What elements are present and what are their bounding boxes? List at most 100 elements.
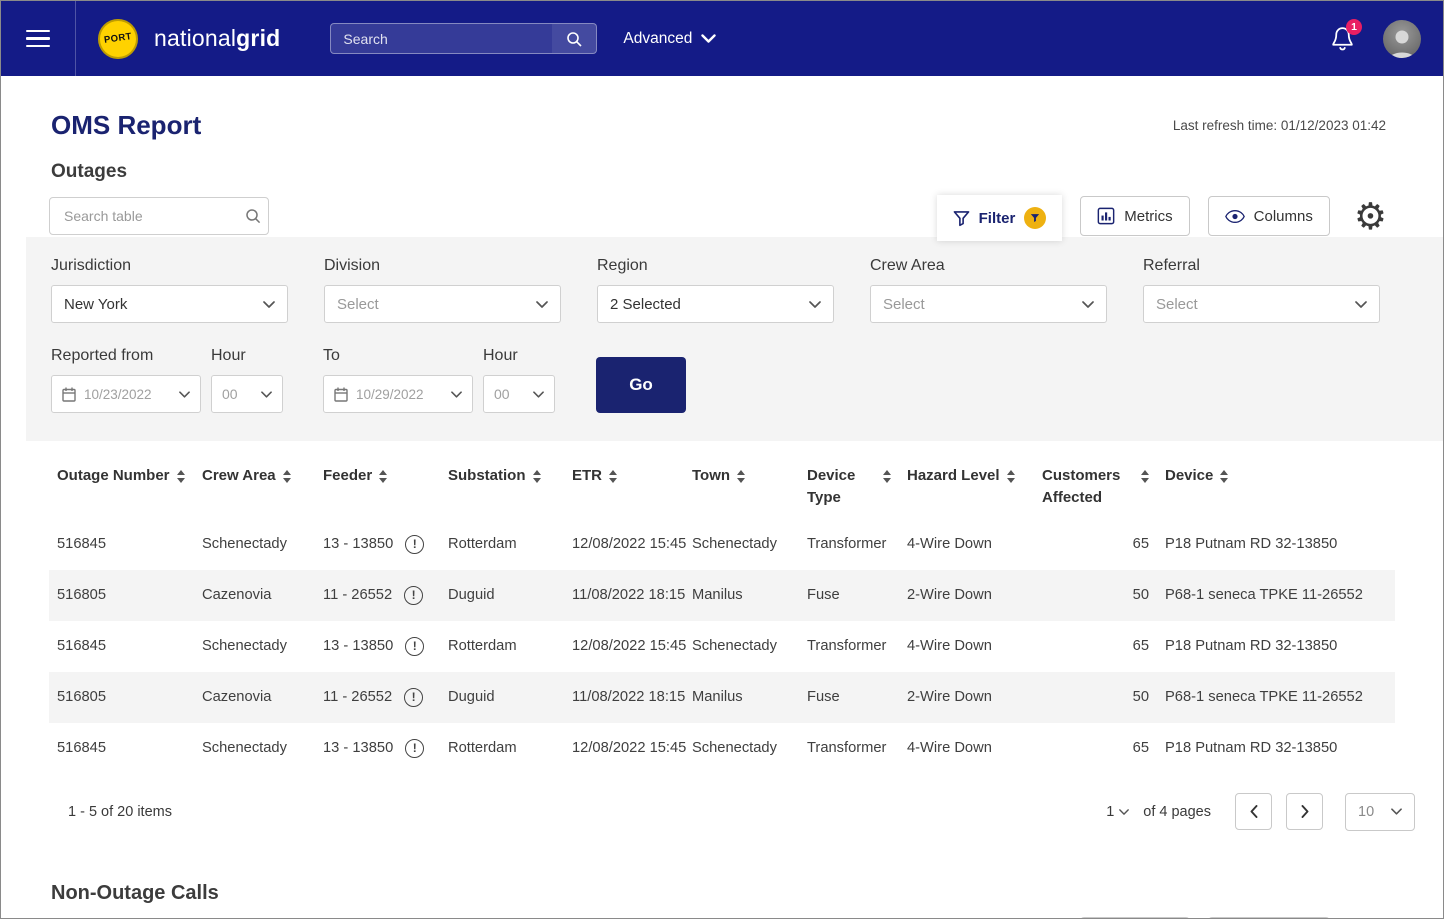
cell-customers-affected: 65 <box>1132 536 1149 552</box>
global-search-input[interactable] <box>331 30 553 47</box>
column-header-device[interactable]: Device <box>1157 447 1395 519</box>
cell-device: P68-1 seneca TPKE 11-26552 <box>1165 689 1363 705</box>
total-pages-text: of 4 pages <box>1143 803 1211 820</box>
to-date-group: To 10/29/2022 <box>323 347 473 413</box>
from-hour-select[interactable]: 00 <box>211 375 283 413</box>
notifications-button[interactable]: 1 <box>1330 19 1362 52</box>
go-button[interactable]: Go <box>596 357 686 413</box>
warning-icon[interactable]: ! <box>405 534 425 554</box>
referral-value: Select <box>1156 295 1198 313</box>
column-header-etr[interactable]: ETR <box>564 447 684 519</box>
settings-gear-icon[interactable]: ⚙ <box>1354 198 1387 235</box>
column-header-device-type[interactable]: Device Type <box>799 447 899 519</box>
cell-substation: Duguid <box>448 689 495 705</box>
table-row[interactable]: 516845 Schenectady 13 - 13850! Rotterdam… <box>49 621 1395 672</box>
cell-device-type: Transformer <box>807 536 887 552</box>
metrics-button-label: Metrics <box>1124 207 1173 225</box>
cell-outage-number: 516845 <box>57 740 107 756</box>
cell-etr: 12/08/2022 15:45 <box>572 740 687 756</box>
cell-substation: Rotterdam <box>448 740 517 756</box>
search-icon <box>567 31 582 47</box>
cell-etr: 12/08/2022 15:45 <box>572 638 687 654</box>
cell-etr: 11/08/2022 18:15 <box>572 587 686 603</box>
cell-hazard-level: 2-Wire Down <box>907 689 992 705</box>
filter-field-referral: Referral Select <box>1143 257 1380 323</box>
jurisdiction-label: Jurisdiction <box>51 257 132 274</box>
sort-icon[interactable] <box>1220 470 1229 483</box>
column-header-customers-affected[interactable]: Customers Affected <box>1034 447 1157 519</box>
warning-icon[interactable]: ! <box>404 687 424 707</box>
sort-icon[interactable] <box>282 470 291 483</box>
cell-hazard-level: 4-Wire Down <box>907 638 992 654</box>
cell-feeder: 13 - 13850! <box>315 621 440 672</box>
region-value: 2 Selected <box>610 295 681 313</box>
referral-select[interactable]: Select <box>1143 285 1380 323</box>
sort-icon[interactable] <box>532 470 541 483</box>
global-search-button[interactable] <box>552 24 597 53</box>
to-hour-select[interactable]: 00 <box>483 375 555 413</box>
warning-icon[interactable]: ! <box>405 738 425 758</box>
column-header-outage-number[interactable]: Outage Number <box>49 447 194 519</box>
sort-icon[interactable] <box>176 470 185 483</box>
chevron-down-icon <box>261 390 272 398</box>
warning-icon[interactable]: ! <box>405 636 425 656</box>
brand-nationalgrid[interactable]: nationalgrid <box>154 25 280 52</box>
column-header-crew-area[interactable]: Crew Area <box>194 447 315 519</box>
sort-icon[interactable] <box>609 470 617 483</box>
next-page-button[interactable] <box>1286 793 1323 830</box>
column-header-town[interactable]: Town <box>684 447 799 519</box>
table-row[interactable]: 516845 Schenectady 13 - 13850! Rotterdam… <box>49 519 1395 570</box>
table-row[interactable]: 516845 Schenectady 13 - 13850! Rotterdam… <box>49 723 1395 774</box>
menu-icon[interactable] <box>1 1 76 76</box>
columns-button[interactable]: Columns <box>1207 196 1330 236</box>
column-header-feeder[interactable]: Feeder <box>315 447 440 519</box>
reported-from-date-picker[interactable]: 10/23/2022 <box>51 375 201 413</box>
region-label: Region <box>597 257 648 274</box>
from-hour-value: 00 <box>222 386 238 402</box>
page-size-select[interactable]: 10 <box>1345 792 1415 831</box>
cell-hazard-level: 4-Wire Down <box>907 536 992 552</box>
advanced-menu[interactable]: Advanced <box>623 30 717 48</box>
page-title: OMS Report <box>51 110 202 140</box>
brand-bold: grid <box>236 25 281 51</box>
table-row[interactable]: 516805 Cazenovia 11 - 26552! Duguid 11/0… <box>49 569 1395 621</box>
avatar[interactable] <box>1383 19 1421 58</box>
jurisdiction-select[interactable]: New York <box>51 285 288 323</box>
region-select[interactable]: 2 Selected <box>597 285 834 323</box>
sort-icon[interactable] <box>379 470 388 483</box>
pagination-controls: 1 of 4 pages 10 <box>1106 792 1415 831</box>
chevron-down-icon <box>701 34 717 43</box>
crew-area-select[interactable]: Select <box>870 285 1107 323</box>
cell-device-type: Transformer <box>807 638 887 654</box>
to-date-picker[interactable]: 10/29/2022 <box>323 375 473 413</box>
cell-town: Schenectady <box>692 638 777 654</box>
metrics-button[interactable]: Metrics <box>1080 196 1190 236</box>
cell-town: Manilus <box>692 587 743 603</box>
calendar-icon <box>334 387 348 402</box>
sort-icon[interactable] <box>737 470 746 483</box>
oms-report-screen: PORT nationalgrid Advanced 1 <box>0 0 1444 919</box>
sort-icon[interactable] <box>883 470 891 483</box>
chevron-down-icon <box>451 390 462 398</box>
warning-icon[interactable]: ! <box>404 585 424 605</box>
table-row[interactable]: 516805 Cazenovia 11 - 26552! Duguid 11/0… <box>49 671 1395 723</box>
top-navbar: PORT nationalgrid Advanced 1 <box>1 1 1443 76</box>
division-select[interactable]: Select <box>324 285 561 323</box>
chevron-down-icon <box>533 390 544 398</box>
current-page-select[interactable]: 1 <box>1106 804 1130 820</box>
to-hour-group: Hour 00 <box>483 347 555 413</box>
column-header-substation[interactable]: Substation <box>440 447 564 519</box>
outages-search-input[interactable] <box>64 208 245 224</box>
sort-icon[interactable] <box>1141 470 1149 483</box>
cell-etr: 12/08/2022 15:45 <box>572 536 687 552</box>
column-header-hazard-level[interactable]: Hazard Level <box>899 447 1034 519</box>
previous-page-button[interactable] <box>1235 793 1272 830</box>
cell-town: Manilus <box>692 689 743 705</box>
crew-area-label: Crew Area <box>870 257 945 274</box>
non-outage-section-title: Non-Outage Calls <box>51 881 219 904</box>
search-icon <box>246 209 261 224</box>
sort-icon[interactable] <box>1006 470 1015 483</box>
division-label: Division <box>324 257 381 274</box>
filter-button[interactable]: Filter <box>936 195 1063 241</box>
filter-active-icon <box>1024 207 1047 229</box>
